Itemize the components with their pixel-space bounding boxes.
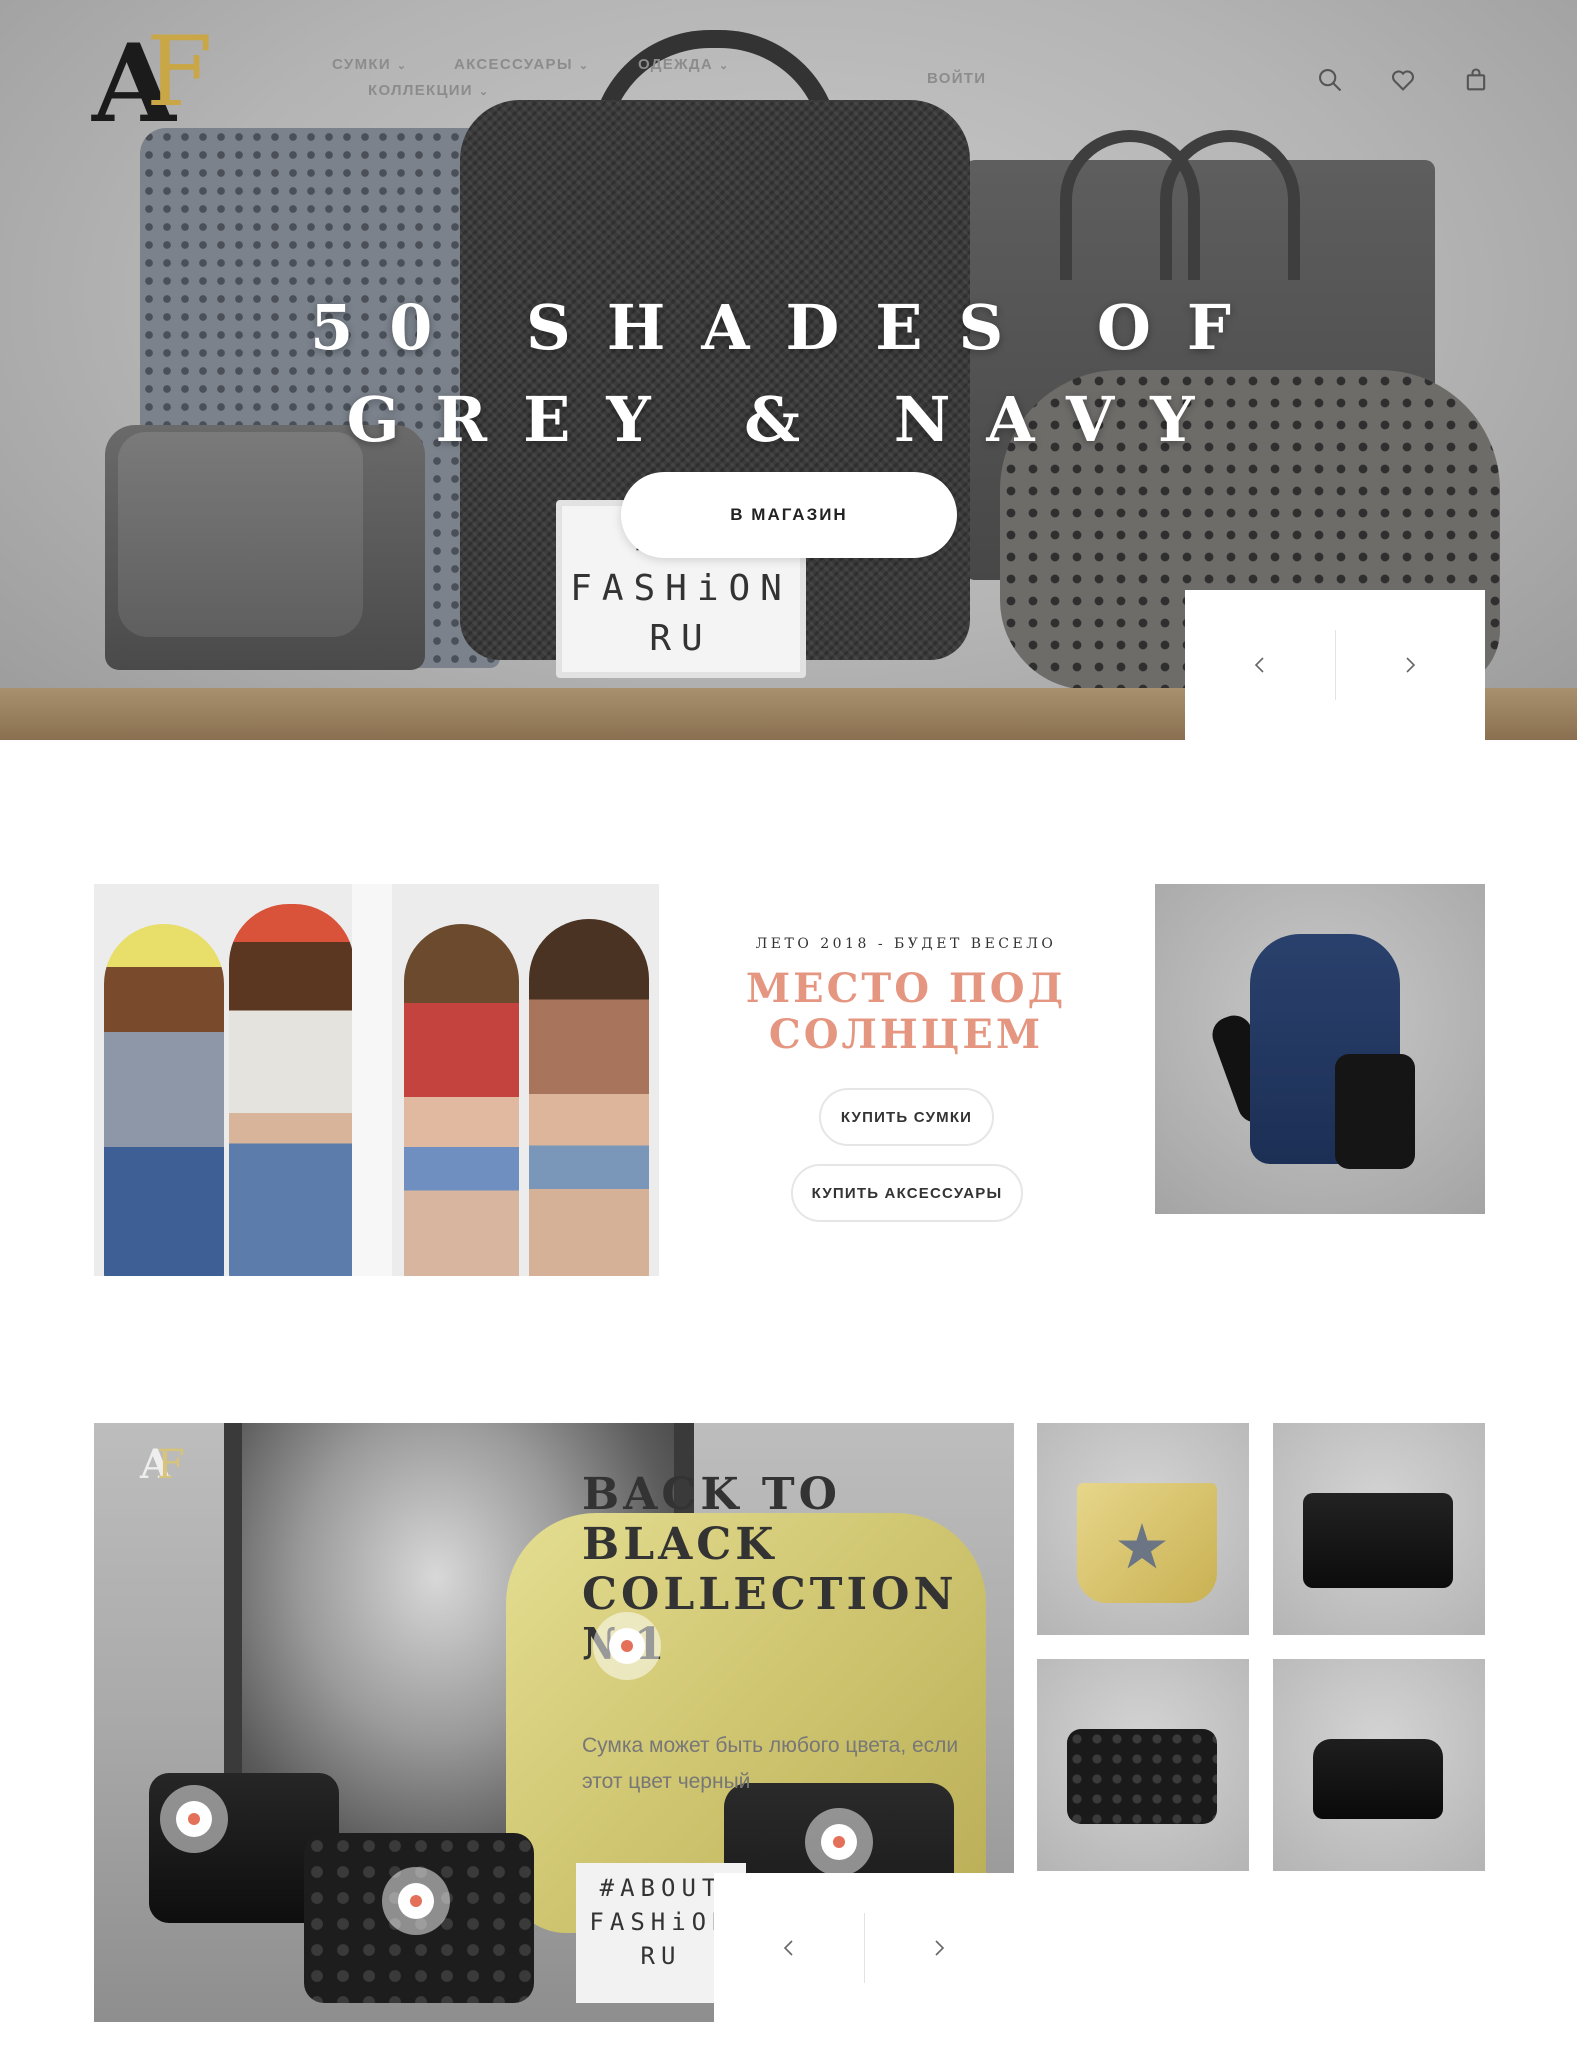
product-hotspot[interactable]	[160, 1785, 228, 1853]
photo-gap	[352, 884, 392, 1276]
hotspot-ring	[398, 1883, 434, 1919]
hero-prev-button[interactable]	[1185, 590, 1335, 740]
collection-prev-button[interactable]	[714, 1873, 864, 2023]
product-hotspot[interactable]	[593, 1612, 661, 1680]
chevron-down-icon: ⌄	[578, 60, 590, 72]
hero-next-button[interactable]	[1336, 590, 1486, 740]
chevron-right-icon	[935, 1940, 945, 1956]
thumb-bag	[1313, 1739, 1443, 1819]
search-icon[interactable]	[1316, 66, 1344, 94]
hotspot-dot	[621, 1640, 633, 1652]
heart-icon[interactable]	[1389, 66, 1417, 94]
model-figure	[404, 924, 519, 1276]
collection-logo: AF	[140, 1442, 185, 1488]
chevron-down-icon: ⌄	[478, 86, 490, 98]
model-figure	[529, 919, 649, 1276]
hotspot-ring	[821, 1824, 857, 1860]
product-thumb-saddle-bag[interactable]	[1273, 1659, 1485, 1871]
hero-slider-nav	[1185, 590, 1485, 740]
model-figure	[229, 904, 354, 1276]
lightbox-line: RU	[649, 618, 713, 659]
product-hotspot[interactable]	[382, 1867, 450, 1935]
hero-title-line: GREY & NAVY	[346, 383, 1231, 456]
thumb-bag	[1067, 1729, 1217, 1824]
nav-item-clothing[interactable]: ОДЕЖДА ⌄	[638, 56, 730, 73]
nav-item-label: АКСЕССУАРЫ	[454, 56, 573, 73]
thumb-bag	[1303, 1493, 1453, 1588]
summer-promo-photo[interactable]	[94, 884, 659, 1276]
hotspot-ring	[609, 1628, 645, 1664]
hotspot-dot	[833, 1836, 845, 1848]
nav-item-bags[interactable]: СУМКИ ⌄	[332, 56, 407, 73]
buy-bags-button[interactable]: КУПИТЬ СУМКИ	[819, 1088, 994, 1146]
hero-title-line: 50 SHADES OF	[310, 291, 1267, 364]
collection-next-button[interactable]	[865, 1873, 1015, 2023]
hotspot-dot	[188, 1813, 200, 1825]
hotspot-dot	[410, 1895, 422, 1907]
nav-item-accessories[interactable]: АКСЕССУАРЫ ⌄	[454, 56, 589, 73]
hero-title: 50 SHADES OF GREY & NAVY	[0, 282, 1577, 466]
nav-item-label: ОДЕЖДА	[638, 56, 714, 73]
cart-icon[interactable]	[1462, 66, 1490, 94]
chevron-down-icon: ⌄	[719, 60, 730, 72]
logo-letter-f: F	[157, 1442, 185, 1488]
backpack-pocket	[1335, 1054, 1415, 1169]
product-thumb-studded-bag[interactable]	[1037, 1659, 1249, 1871]
chevron-left-icon	[783, 1940, 793, 1956]
collection-slider-nav	[714, 1873, 1014, 2023]
chevron-down-icon: ⌄	[396, 60, 408, 72]
summer-title: МЕСТО ПОД СОЛНЦЕМ	[745, 965, 1067, 1058]
site-logo[interactable]: A F	[92, 24, 252, 139]
product-thumb-black-envelope-bag[interactable]	[1273, 1423, 1485, 1635]
model-figure	[104, 924, 224, 1276]
summer-kicker: ЛЕТО 2018 - БУДЕТ ВЕСЕЛО	[755, 936, 1057, 952]
nav-item-label: СУМКИ	[332, 56, 391, 73]
hotspot-ring	[176, 1801, 212, 1837]
chevron-left-icon	[1254, 657, 1264, 673]
logo-letter-f: F	[146, 16, 213, 128]
buy-accessories-button[interactable]: КУПИТЬ АКСЕССУАРЫ	[791, 1164, 1023, 1222]
shop-button[interactable]: В МАГАЗИН	[621, 472, 957, 558]
chevron-right-icon	[1406, 657, 1416, 673]
hero-tote-handle	[1160, 130, 1300, 280]
product-hotspot[interactable]	[805, 1808, 873, 1876]
login-link[interactable]: ВОЙТИ	[927, 70, 986, 87]
backpack-product-photo[interactable]	[1155, 884, 1485, 1214]
product-thumb-gold-bag[interactable]	[1037, 1423, 1249, 1635]
nav-item-collections[interactable]: КОЛЛЕКЦИИ ⌄	[368, 82, 489, 99]
collection-subtitle: Сумка может быть любого цвета, если этот…	[582, 1734, 959, 1793]
hero-banner: # A FASHiON RU A F СУМКИ⌄ АКСЕССУАРЫ⌄ ОД…	[0, 0, 1577, 740]
lightbox-line: FASHiON	[570, 568, 792, 609]
nav-item-label: КОЛЛЕКЦИИ	[368, 82, 473, 99]
